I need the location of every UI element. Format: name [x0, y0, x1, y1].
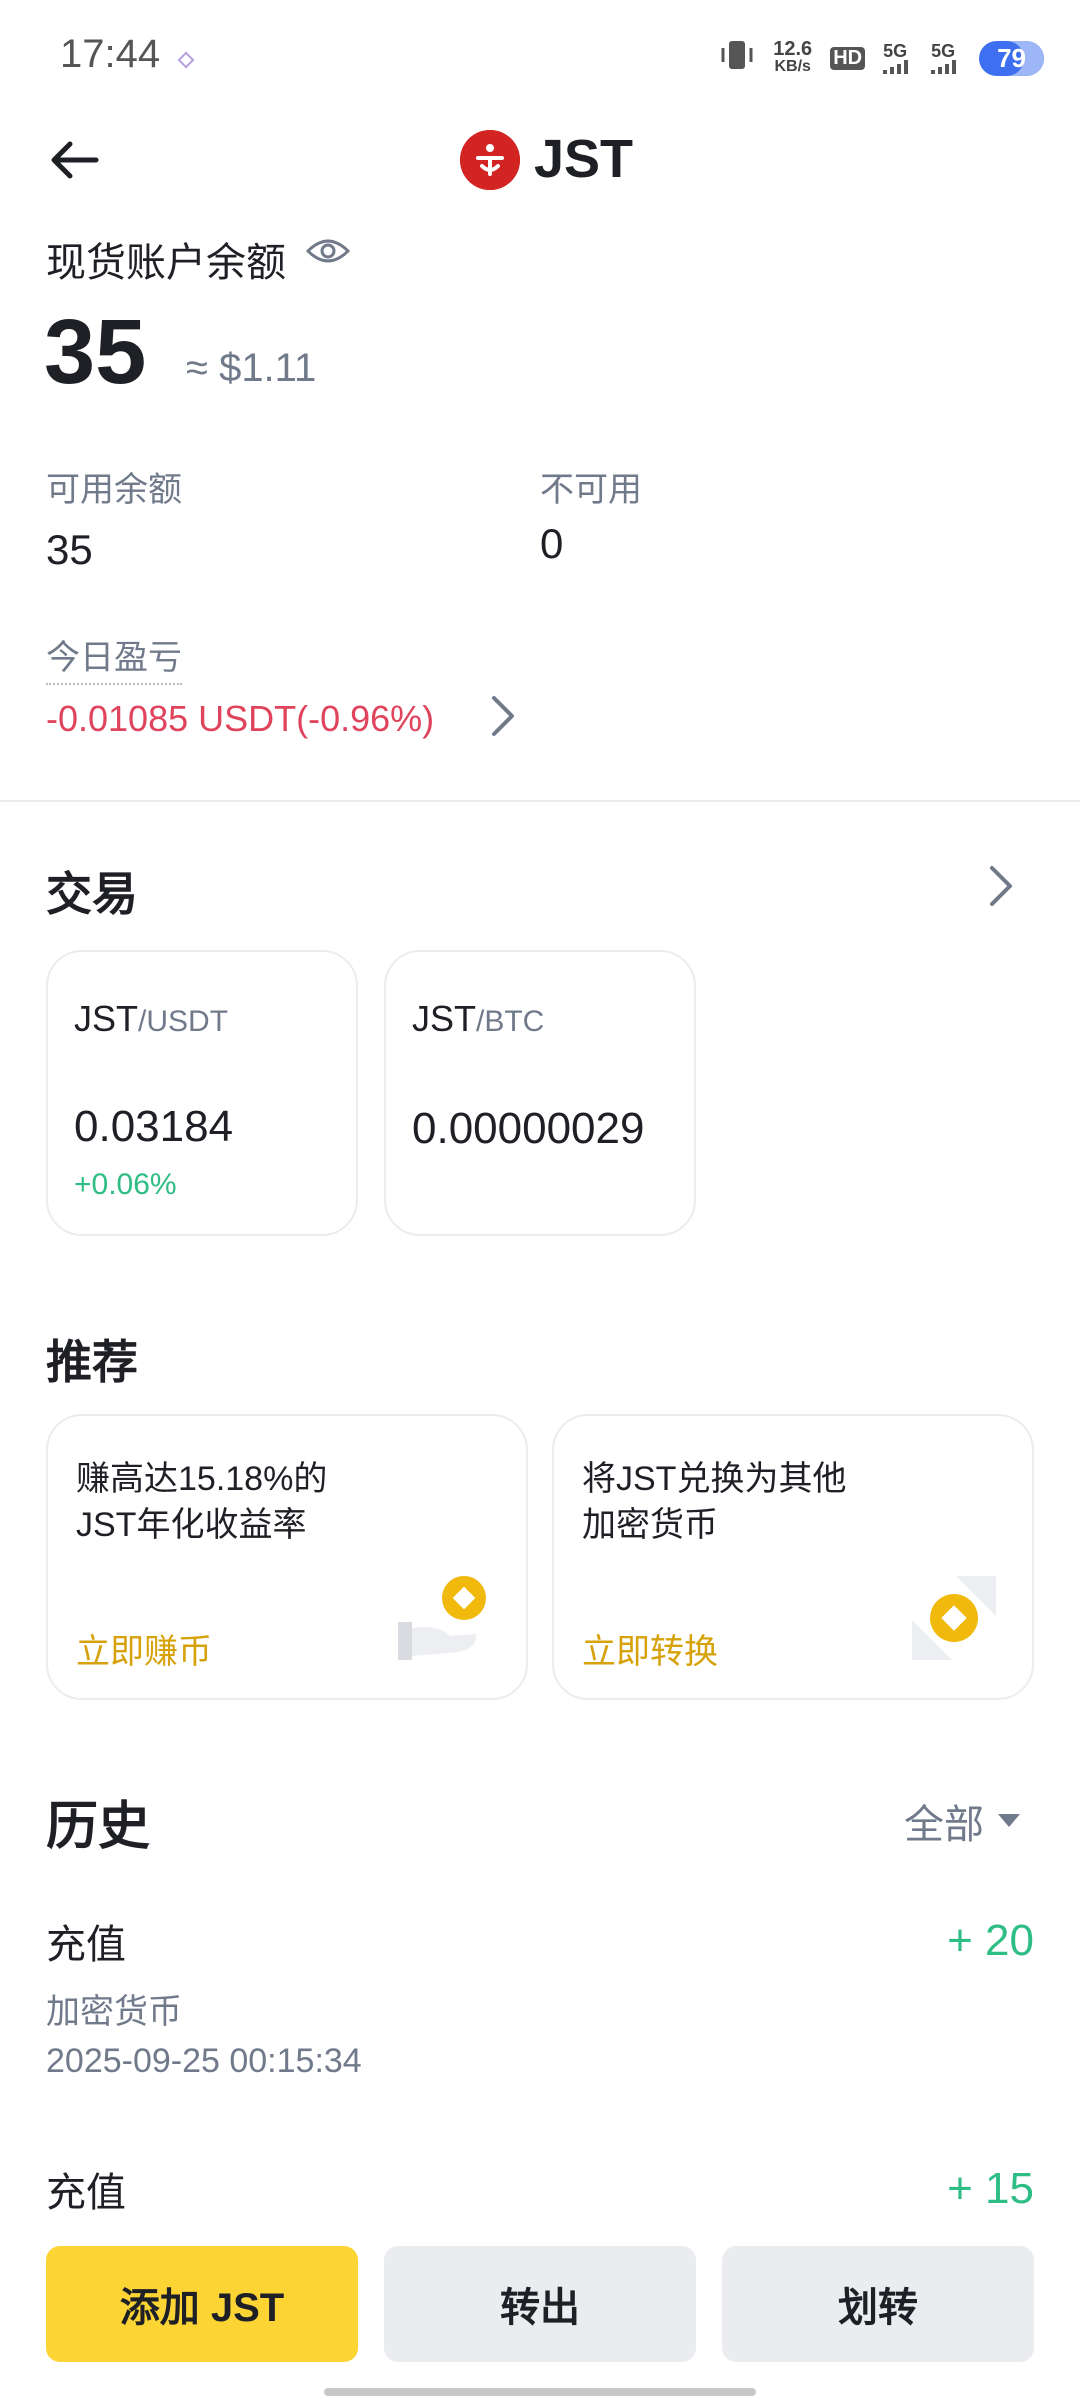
vibrate-icon: [719, 38, 755, 78]
pair-price: 0.03184: [74, 1102, 234, 1151]
earn-now-link[interactable]: 立即赚币: [76, 1624, 212, 1673]
status-time: 17:44: [60, 32, 161, 76]
pair-card-jst-usdt[interactable]: JST/USDT 0.03184 +0.06%: [46, 950, 358, 1236]
balance-usd: ≈ $1.11: [186, 346, 317, 390]
eye-icon[interactable]: [305, 236, 351, 271]
history-item[interactable]: 充值 加密货币 2025-09-25 00:15:34 + 20: [0, 1900, 1080, 2100]
pair-price: 0.00000029: [412, 1104, 645, 1153]
arrow-left-icon: [51, 141, 99, 179]
add-jst-button[interactable]: 添加 JST: [46, 2246, 358, 2362]
recommend-card-earn[interactable]: 赚高达15.18%的 JST年化收益率 立即赚币: [46, 1414, 528, 1700]
page-title: JST: [534, 129, 634, 189]
history-time: 2025-09-25 00:15:34: [46, 2042, 362, 2080]
chevron-right-icon[interactable]: [488, 694, 518, 743]
pair-change: +0.06%: [74, 1168, 177, 1201]
convert-now-link[interactable]: 立即转换: [582, 1624, 718, 1673]
unavailable-value: 0: [540, 520, 564, 567]
signal-sim2-icon: 5G: [931, 42, 961, 74]
trade-section-title: 交易: [46, 868, 138, 920]
history-filter-label: 全部: [904, 1803, 984, 1847]
unavailable-label: 不可用: [540, 471, 642, 509]
back-button[interactable]: [46, 132, 102, 188]
jst-logo-icon: [460, 130, 520, 190]
pnl-value[interactable]: -0.01085 USDT(-0.96%): [46, 698, 434, 740]
recommend-text: 赚高达15.18%的 JST年化收益率: [76, 1460, 328, 1544]
history-item[interactable]: 充值 + 15: [0, 2150, 1080, 2216]
net-speed: 12.6 KB/s: [773, 38, 813, 75]
available-label: 可用余额: [46, 471, 182, 509]
pair-card-jst-btc[interactable]: JST/BTC 0.00000029: [384, 950, 696, 1236]
balance-label: 现货账户余额: [46, 241, 286, 285]
signal-sim1-icon: 5G: [883, 42, 913, 74]
status-icons: 12.6 KB/s HD 5G 5G 79: [719, 38, 1044, 78]
history-amount: + 15: [947, 2164, 1034, 2213]
recommend-text: 将JST兑换为其他 加密货币: [582, 1460, 847, 1544]
hd-icon: HD: [830, 46, 866, 70]
battery-indicator: 79: [979, 40, 1044, 76]
home-indicator[interactable]: [324, 2388, 756, 2396]
divider: [0, 800, 1080, 802]
history-type: 充值: [46, 2171, 126, 2215]
app-notification-icon: [176, 50, 196, 70]
pnl-label[interactable]: 今日盈亏: [46, 630, 182, 685]
history-sub: 加密货币: [46, 1993, 182, 2031]
transfer-button[interactable]: 划转: [722, 2246, 1034, 2362]
earn-coin-hand-icon: [398, 1572, 488, 1667]
convert-coin-icon: [912, 1576, 996, 1665]
balance-value: 35: [44, 301, 147, 403]
history-filter-dropdown[interactable]: 全部: [904, 1792, 1020, 1850]
caret-down-icon: [998, 1814, 1020, 1827]
history-amount: + 20: [947, 1916, 1034, 1965]
history-type: 充值: [46, 1923, 126, 1967]
available-value: 35: [46, 526, 93, 573]
pair-name: JST/BTC: [412, 998, 545, 1039]
recommend-card-convert[interactable]: 将JST兑换为其他 加密货币 立即转换: [552, 1414, 1034, 1700]
withdraw-button[interactable]: 转出: [384, 2246, 696, 2362]
pair-name: JST/USDT: [74, 998, 229, 1039]
trade-more-chevron-icon[interactable]: [986, 864, 1016, 913]
history-section-title: 历史: [46, 1798, 151, 1856]
recommend-section-title: 推荐: [46, 1336, 138, 1388]
